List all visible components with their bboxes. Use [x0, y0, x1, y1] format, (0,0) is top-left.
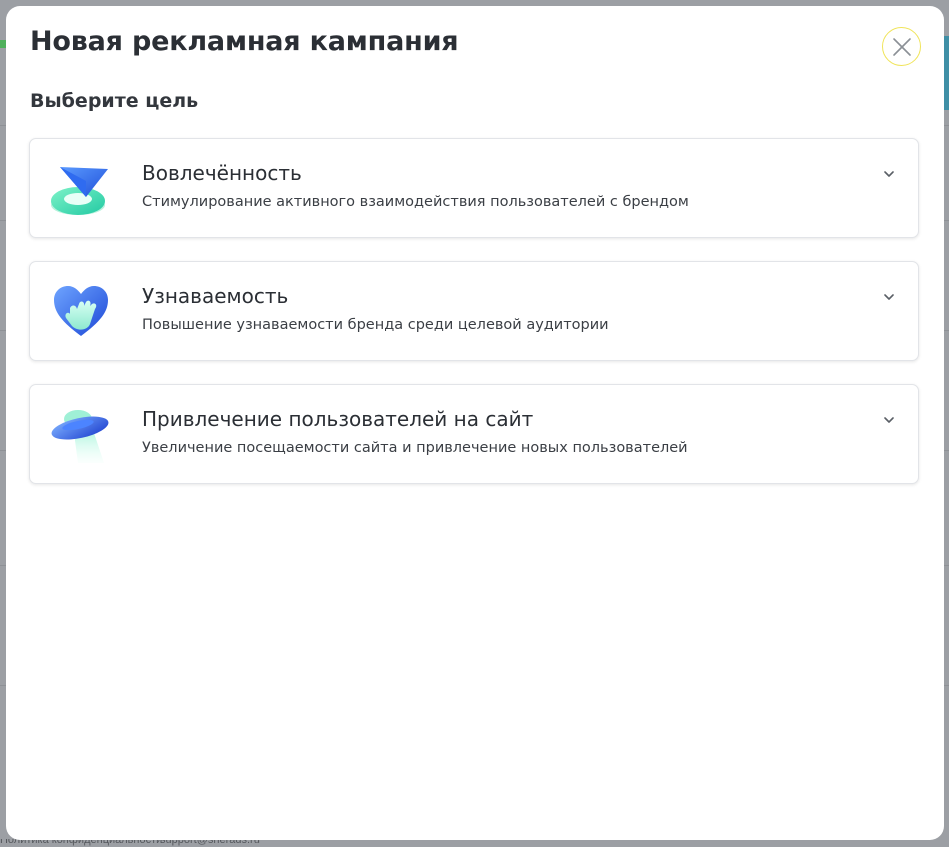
- goal-description: Повышение узнаваемости бренда среди целе…: [142, 317, 609, 333]
- heart-hand-icon: [54, 286, 108, 336]
- chevron-down-icon: [884, 294, 894, 300]
- goal-card-awareness[interactable]: Узнаваемость Повышение узнаваемости брен…: [29, 261, 919, 361]
- goal-description: Стимулирование активного взаимодействия …: [142, 194, 689, 210]
- goal-title: Привлечение пользователей на сайт: [142, 407, 534, 431]
- goal-title: Вовлечённость: [142, 161, 302, 185]
- ufo-icon: [51, 410, 109, 463]
- chevron-down-icon: [884, 417, 894, 423]
- goal-description: Увеличение посещаемости сайта и привлече…: [142, 440, 688, 456]
- paper-plane-icon: [51, 167, 108, 215]
- section-title: Выберите цель: [30, 90, 199, 112]
- close-button[interactable]: [882, 27, 921, 66]
- goal-card-site-traffic[interactable]: Привлечение пользователей на сайт Увелич…: [29, 384, 919, 484]
- footer-email-link: support@sherads.ru: [160, 839, 260, 846]
- footer-privacy-link: Политика конфиденциальности: [0, 839, 163, 846]
- background-footer: Политика конфиденциальности support@sher…: [0, 839, 400, 847]
- modal-title: Новая рекламная кампания: [30, 26, 459, 57]
- close-icon: [892, 37, 911, 56]
- goal-title: Узнаваемость: [142, 284, 289, 308]
- goal-card-engagement[interactable]: Вовлечённость Стимулирование активного в…: [29, 138, 919, 238]
- chevron-down-icon: [884, 171, 894, 177]
- new-campaign-modal: Новая рекламная кампания Выберите цель В…: [6, 6, 944, 840]
